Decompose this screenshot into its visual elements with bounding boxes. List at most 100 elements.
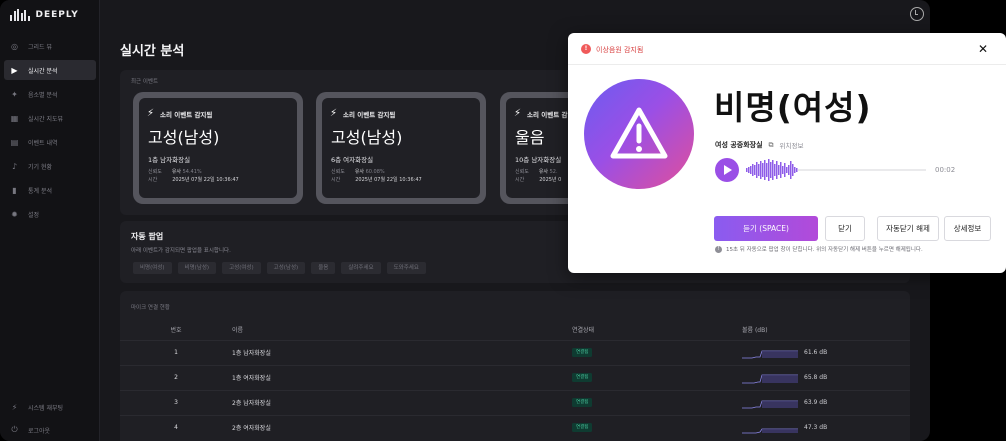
auto-popup-description: 아래 이벤트가 감지되면 팝업을 표시합니다. (131, 248, 231, 254)
event-card-time: 시간 2025년 0 (515, 177, 562, 183)
row-status: 연결됨 (572, 339, 742, 365)
clock-icon[interactable] (910, 7, 924, 21)
row-status: 연결됨 (572, 364, 742, 390)
sidebar-item-realtime-analysis[interactable]: ▶ 실시간 분석 (4, 60, 96, 80)
modal-header: ! 이상음원 감지됨 ✕ (568, 33, 1006, 65)
sidebar-nav: ◎ 그리드 뷰 ▶ 실시간 분석 ✦ 음소별 분석 ▦ 실시간 지도뷰 ▤ 이벤… (0, 33, 100, 228)
table-row[interactable]: 3 2층 남자화장실 연결됨 63.9 dB (120, 389, 910, 415)
chart-icon: ▮ (12, 185, 17, 195)
event-card[interactable]: ⚡ 소리 이벤트 감지됨 고성(남성) 6층 여자화장실 신뢰도 유사 60.08%… (316, 92, 486, 204)
sidebar-item-label: 통계 분석 (28, 187, 52, 195)
location-info-link[interactable]: 위치정보 (780, 140, 804, 150)
close-icon[interactable]: ✕ (978, 42, 988, 56)
power-icon: ⚡ (11, 402, 18, 412)
event-card[interactable]: ⚡ 소리 이벤트 감지됨 고성(남성) 1층 남자화장실 신뢰도 유사 54.41%… (133, 92, 303, 204)
gear-icon: ✹ (11, 209, 18, 219)
audio-waveform[interactable] (746, 157, 926, 183)
status-badge: 연결됨 (572, 348, 593, 357)
column-header-name: 이름 (232, 327, 244, 335)
sidebar-item-reboot[interactable]: ⚡ 시스템 재부팅 (4, 397, 96, 417)
sidebar-item-label: 로그아웃 (28, 427, 51, 435)
alert-modal: ! 이상음원 감지됨 ✕ 비명(여성) 여성 공중화장실 ⧉ 위치정보 00:0… (568, 33, 1006, 273)
map-icon: ▦ (10, 113, 19, 123)
event-chip[interactable]: 도와주세요 (386, 262, 426, 274)
sidebar-item-device-status[interactable]: ♪ 기기 현황 (4, 156, 96, 176)
table-row[interactable]: 2 1층 여자화장실 연결됨 65.8 dB (120, 364, 910, 390)
event-card-title: 고성(남성) (148, 128, 220, 147)
sidebar-item-label: 그리드 뷰 (28, 43, 52, 51)
warning-triangle-icon (610, 107, 668, 159)
sidebar-item-grid-view[interactable]: ◎ 그리드 뷰 (4, 36, 96, 56)
event-card-title: 울음 (515, 128, 545, 147)
status-badge: 연결됨 (572, 423, 593, 433)
brand-logo[interactable]: DEEPLY (10, 9, 79, 21)
event-card-head: ⚡ 소리 이벤트 감지됨 (330, 108, 396, 119)
row-name: 1층 여자화장실 (232, 364, 572, 390)
close-button[interactable]: 닫기 (825, 216, 865, 241)
detail-button[interactable]: 상세정보 (944, 216, 991, 241)
status-badge: 연결됨 (572, 398, 593, 407)
table-row[interactable]: 4 2층 여자화장실 연결됨 47.3 dB (120, 414, 910, 440)
event-type-title: 비명(여성) (714, 88, 872, 127)
mic-status-table: 번호 이름 연결상태 볼륨 (dB) 1 1층 남자화장실 연결됨 61.6 d… (120, 320, 910, 440)
page-title: 실시간 분석 (120, 44, 185, 59)
event-card-confidence: 신뢰도 유사 60.08% (331, 169, 385, 175)
row-no: 3 (120, 389, 232, 415)
row-status: 연결됨 (572, 414, 742, 440)
auto-popup-title: 자동 팝업 (131, 232, 164, 241)
row-volume: 47.3 dB (742, 414, 910, 440)
row-status: 연결됨 (572, 389, 742, 415)
warning-hero (584, 79, 694, 189)
listen-button[interactable]: 듣기 (SPACE) (714, 216, 818, 241)
play-icon: ▶ (11, 65, 18, 75)
sidebar-item-label: 실시간 지도뷰 (28, 115, 64, 123)
location-name: 여성 공중화장실 (715, 141, 763, 149)
sidebar-item-label: 기기 현황 (28, 163, 52, 171)
sidebar-item-label: 이벤트 내역 (28, 139, 58, 147)
sidebar-item-logout[interactable]: ⏻ 로그아웃 (4, 420, 96, 440)
row-name: 2층 여자화장실 (232, 414, 572, 440)
event-chip[interactable]: 고성(남성) (266, 262, 306, 274)
event-card-location: 10층 남자화장실 (515, 156, 562, 164)
event-chip[interactable]: 살려주세요 (341, 262, 381, 274)
sidebar-item-statistics[interactable]: ▮ 통계 분석 (4, 180, 96, 200)
list-icon: ▤ (10, 137, 19, 147)
table-row[interactable]: 1 1층 남자화장실 연결됨 61.6 dB (120, 339, 910, 365)
sidebar-bottom: ⚡ 시스템 재부팅 ⏻ 로그아웃 (0, 395, 100, 441)
auto-popup-chips: 비명(여성) 비명(남성) 고성(여성) 고성(남성) 울음 살려주세요 도와주… (133, 262, 426, 274)
brand-name: DEEPLY (35, 10, 79, 20)
sidebar-item-phoneme-analysis[interactable]: ✦ 음소별 분석 (4, 84, 96, 104)
event-chip[interactable]: 비명(남성) (177, 262, 217, 274)
sidebar-item-settings[interactable]: ✹ 설정 (4, 204, 96, 224)
event-chip[interactable]: 울음 (311, 262, 336, 274)
event-card-head: ⚡ 소리 이벤트 감지됨 (147, 108, 213, 119)
sidebar-item-event-history[interactable]: ▤ 이벤트 내역 (4, 132, 96, 152)
row-volume: 65.8 dB (742, 364, 910, 390)
bolt-icon: ⚡ (330, 108, 338, 119)
event-card-location: 1층 남자화장실 (148, 156, 191, 164)
row-volume: 63.9 dB (742, 389, 910, 415)
event-chip[interactable]: 고성(여성) (222, 262, 261, 274)
sidebar: DEEPLY ◎ 그리드 뷰 ▶ 실시간 분석 ✦ 음소별 분석 ▦ 실시간 지… (0, 0, 100, 441)
sidebar-item-label: 실시간 분석 (28, 67, 58, 75)
auto-close-off-button[interactable]: 자동닫기 해제 (877, 216, 939, 241)
alert-count-badge: ! (581, 44, 591, 54)
play-button[interactable] (715, 158, 739, 182)
column-header-no: 번호 (170, 327, 182, 335)
external-link-icon: ⧉ (768, 140, 774, 149)
volume-sparkline (742, 350, 798, 358)
event-card-time: 시간 2025년 07월 22일 10:36:47 (331, 177, 422, 183)
event-card-confidence: 신뢰도 유사 52. (515, 169, 558, 175)
mic-icon: ♪ (11, 161, 18, 171)
sparkle-icon: ✦ (11, 89, 18, 99)
volume-sparkline (742, 374, 798, 383)
event-location: 여성 공중화장실 ⧉ 위치정보 (715, 140, 804, 151)
alert-title: 이상음원 감지됨 (596, 46, 644, 54)
event-chip[interactable]: 비명(여성) (133, 262, 172, 274)
row-no: 1 (120, 339, 232, 365)
logo-bars-icon (10, 9, 30, 21)
event-card-confidence: 신뢰도 유사 54.41% (148, 169, 202, 175)
event-card-time: 시간 2025년 07월 22일 10:36:47 (148, 177, 239, 183)
sidebar-item-label: 음소별 분석 (28, 91, 58, 99)
sidebar-item-realtime-map[interactable]: ▦ 실시간 지도뷰 (4, 108, 96, 128)
